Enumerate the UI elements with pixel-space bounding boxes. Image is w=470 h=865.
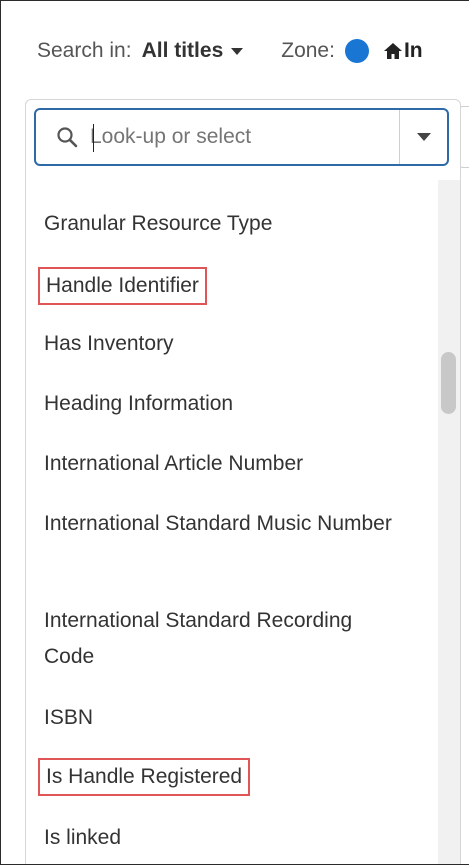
zone-indicator-icon[interactable] — [344, 39, 369, 63]
zone-label: Zone: — [281, 39, 335, 62]
lookup-combobox[interactable] — [34, 108, 449, 166]
search-icon — [57, 127, 78, 148]
text-cursor — [93, 124, 94, 152]
caret-down-icon — [231, 47, 244, 55]
search-in-value: All titles — [141, 39, 224, 62]
list-item[interactable]: International Standard Music Number — [36, 506, 406, 542]
search-in-label: Search in: — [37, 39, 132, 62]
lookup-input[interactable] — [90, 120, 390, 154]
list-item-highlighted[interactable]: Handle Identifier — [38, 267, 207, 305]
home-icon[interactable] — [383, 41, 403, 61]
institution-zone-label[interactable]: In — [404, 39, 423, 63]
app-frame: Search in: All titles Zone: In Look-up o… — [0, 0, 469, 865]
search-in-dropdown[interactable]: All titles — [142, 39, 244, 63]
list-item[interactable]: Heading Information — [36, 386, 406, 422]
list-item[interactable]: Is linked — [36, 820, 406, 856]
list-item[interactable]: International Article Number — [36, 446, 406, 482]
chevron-down-icon — [416, 133, 431, 141]
field-select-dropdown: Granular Resource Type Handle Identifier… — [25, 99, 461, 864]
list-item[interactable]: ISBN — [36, 700, 406, 736]
list-item[interactable]: Has Inventory — [36, 326, 406, 362]
search-scope-toolbar: Search in: All titles Zone: In — [37, 31, 423, 71]
list-item[interactable]: International Standard Recording Code — [36, 603, 406, 675]
list-item[interactable]: Granular Resource Type — [36, 206, 406, 242]
dropdown-toggle-button[interactable] — [400, 110, 447, 164]
scrollbar-thumb[interactable] — [441, 352, 456, 414]
scrollbar-track[interactable] — [438, 180, 460, 864]
list-item-highlighted[interactable]: Is Handle Registered — [38, 758, 251, 796]
